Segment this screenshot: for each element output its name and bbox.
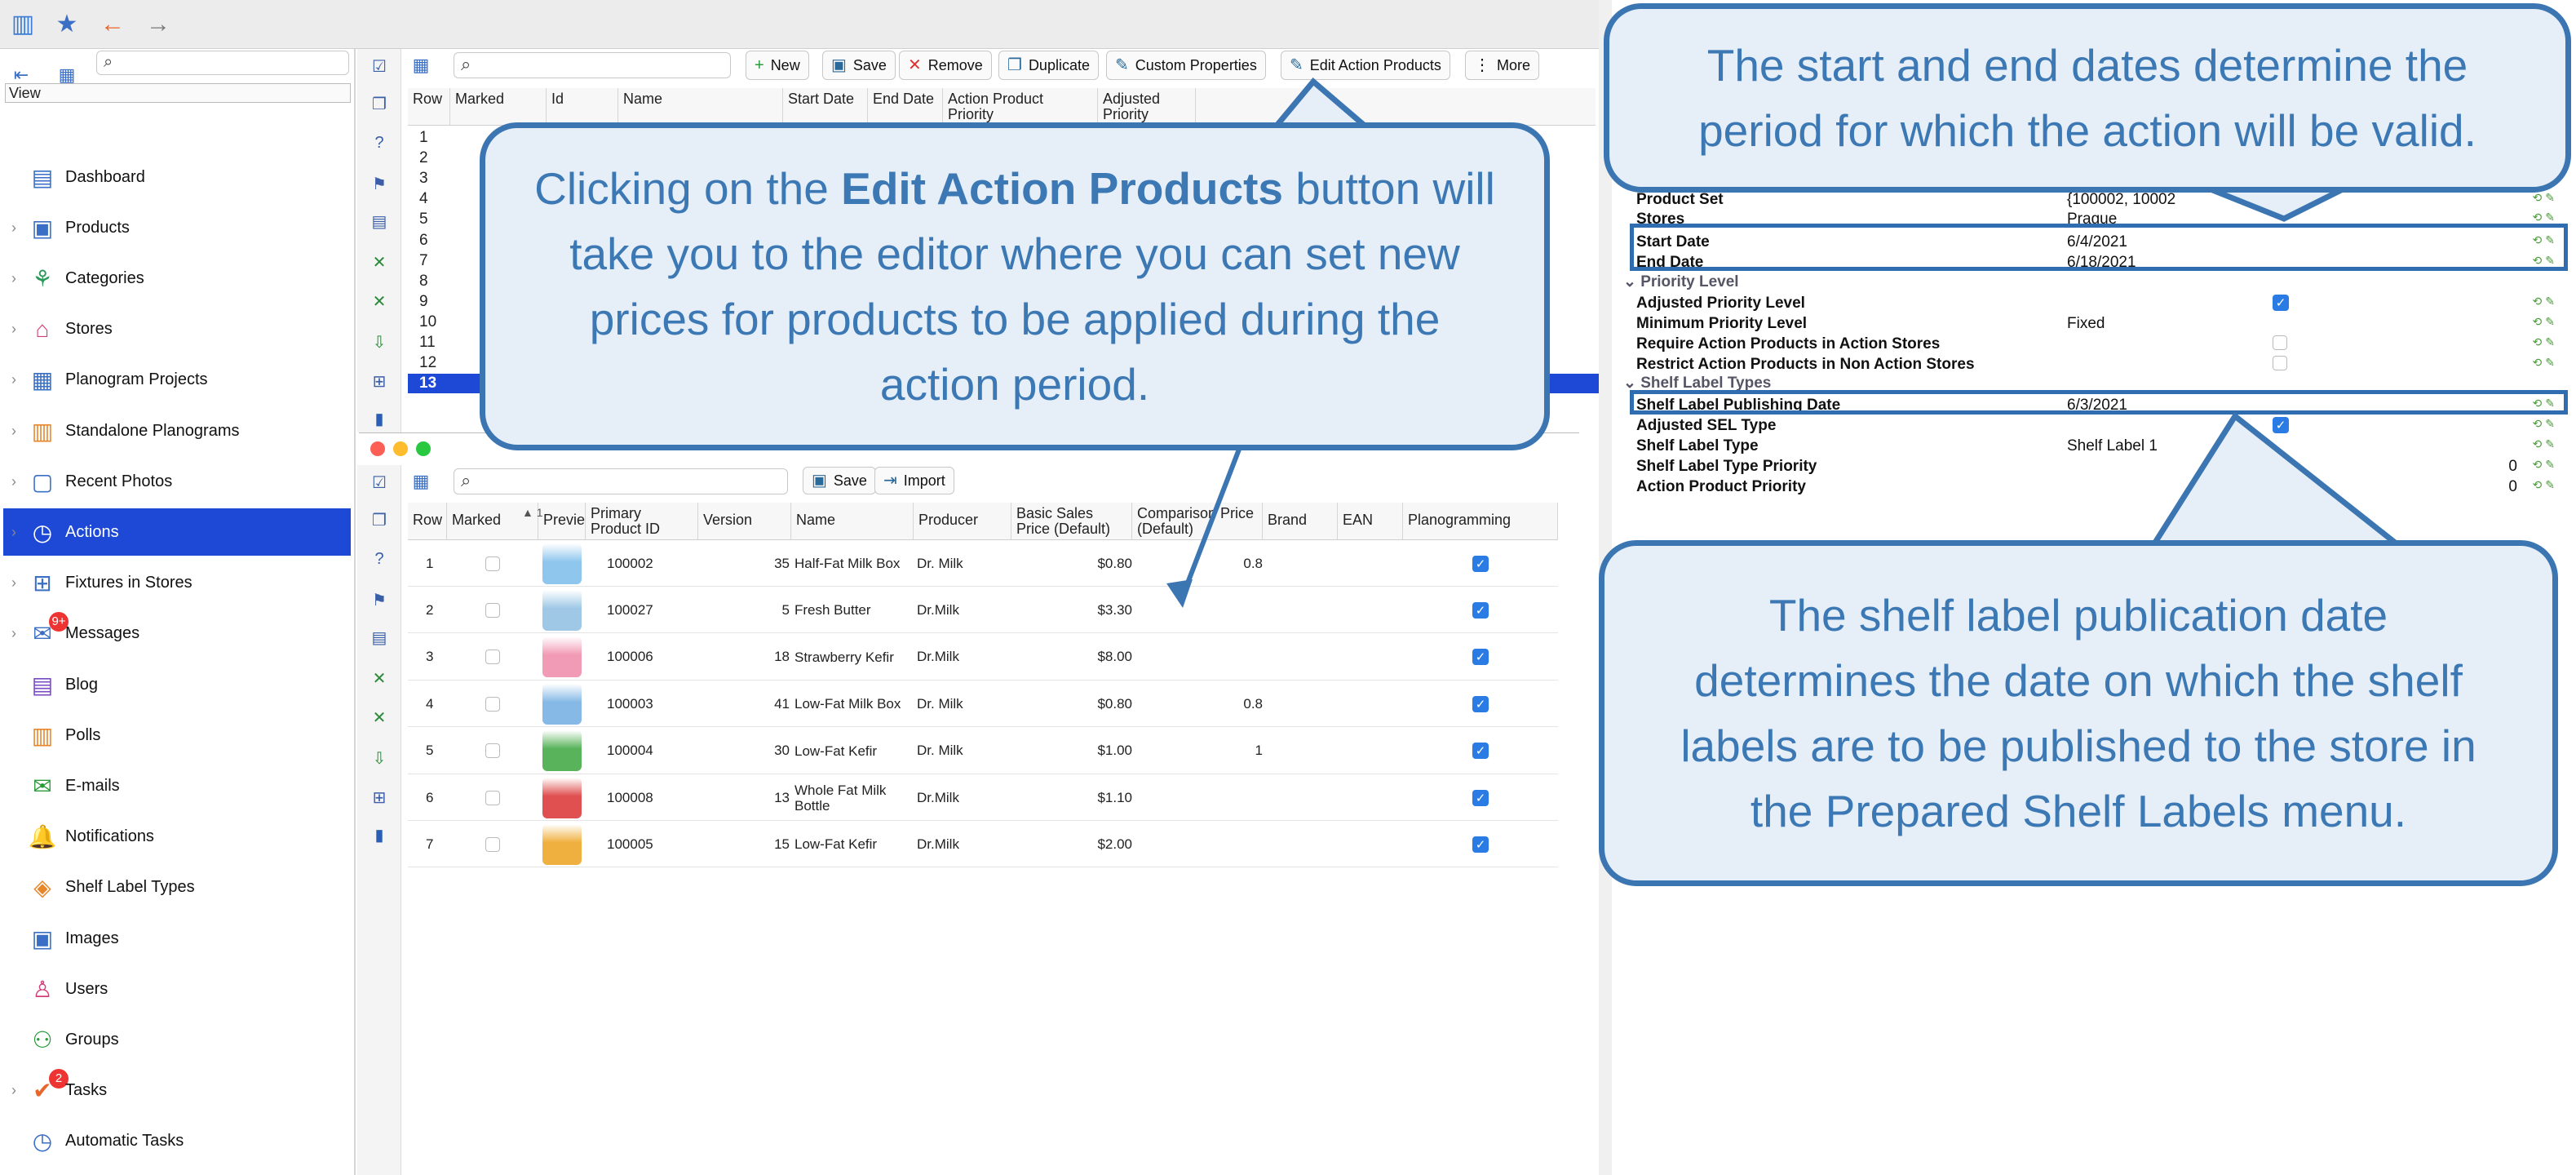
edit-callout-bold: Edit Action Products — [841, 163, 1284, 214]
dates-callout: The start and end dates determine the pe… — [1604, 3, 2571, 193]
sort-indicator[interactable]: ▲ 1 — [522, 506, 543, 519]
shelf-callout-pointer — [2148, 411, 2407, 548]
dates-callout-text: The start and end dates determine the pe… — [1698, 40, 2476, 156]
edit-callout: Clicking on the Edit Action Products but… — [480, 122, 1550, 450]
edit-arrow-head — [1166, 579, 1193, 608]
shelf-callout: The shelf label publication date determi… — [1599, 540, 2558, 886]
shelf-callout-text: The shelf label publication date determi… — [1680, 590, 2476, 836]
table-row[interactable]: 13 — [409, 373, 449, 393]
edit-callout-pre: Clicking on the — [534, 163, 842, 214]
edit-callout-text: Clicking on the Edit Action Products but… — [534, 156, 1495, 417]
edit-arrow-line — [1180, 446, 1242, 597]
